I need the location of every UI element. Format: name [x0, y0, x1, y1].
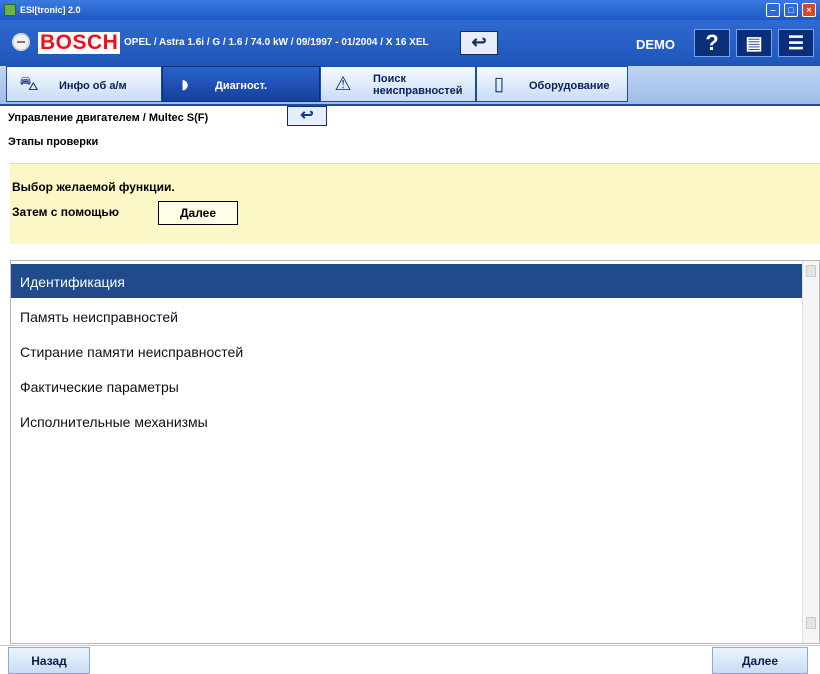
diagnostic-plug-icon: ◗ — [177, 71, 193, 98]
list-item-label: Стирание памяти неисправностей — [20, 344, 244, 360]
vehicle-info: OPEL / Astra 1.6i / G / 1.6 / 74.0 kW / … — [124, 37, 429, 48]
question-mark-icon: ? — [705, 30, 719, 55]
brand-name: BOSCH — [38, 31, 121, 54]
app-icon — [4, 4, 16, 16]
demo-label: DEMO — [636, 37, 675, 52]
instruction-line-2: Затем с помощью — [12, 205, 120, 219]
car-icon: ⛍ — [19, 74, 39, 95]
menu-list-icon: ☰ — [787, 33, 805, 53]
bosch-logo-icon — [12, 33, 30, 51]
tab-diagnostics[interactable]: ◗ Диагност. — [162, 66, 320, 102]
close-button[interactable]: × — [802, 3, 816, 17]
footer-bar: Назад Далее — [0, 645, 820, 674]
help-button[interactable]: ? — [694, 29, 730, 57]
minimize-button[interactable]: – — [766, 3, 780, 17]
scroll-up-arrow[interactable] — [806, 265, 816, 277]
instruction-next-button: Далее — [158, 201, 238, 225]
list-item[interactable]: Идентификация — [11, 264, 802, 298]
back-button[interactable]: Назад — [8, 647, 90, 674]
main-tab-bar: ⛍ Инфо об а/м ◗ Диагност. ⚠ Поиск неиспр… — [0, 66, 820, 106]
list-item-label: Фактические параметры — [20, 379, 179, 395]
list-item-label: Память неисправностей — [20, 309, 178, 325]
instruction-line-1: Выбор желаемой функции. — [12, 180, 175, 194]
scroll-down-arrow[interactable] — [806, 617, 816, 629]
menu-button[interactable]: ☰ — [778, 29, 814, 57]
printer-icon: ▤ — [745, 33, 763, 53]
list-item[interactable]: Исполнительные механизмы — [11, 404, 802, 438]
page-subheading: Этапы проверки — [8, 136, 99, 148]
app-header: BOSCH OPEL / Astra 1.6i / G / 1.6 / 74.0… — [0, 20, 820, 66]
list-item-label: Исполнительные механизмы — [20, 414, 208, 430]
book-icon: ▯ — [493, 74, 505, 95]
print-button[interactable]: ▤ — [736, 29, 772, 57]
tab-label: Оборудование — [529, 80, 610, 92]
vehicle-back-button[interactable]: ↩ — [460, 31, 498, 55]
title-bar: ESI[tronic] 2.0 – □ × — [0, 0, 820, 20]
tab-equipment[interactable]: ▯ Оборудование — [476, 66, 628, 102]
breadcrumb: Управление двигателем / Multec S(F) — [8, 112, 209, 124]
instruction-panel: Выбор желаемой функции. Затем с помощью … — [10, 163, 820, 244]
tab-troubleshooting[interactable]: ⚠ Поиск неисправностей — [320, 66, 476, 102]
list-item-label: Идентификация — [20, 274, 125, 290]
back-arrow-icon: ↩ — [471, 32, 487, 52]
list-item[interactable]: Память неисправностей — [11, 299, 802, 333]
back-arrow-icon: ↩ — [300, 107, 314, 124]
next-button[interactable]: Далее — [712, 647, 808, 674]
list-scrollbar[interactable] — [802, 261, 819, 643]
list-item[interactable]: Стирание памяти неисправностей — [11, 334, 802, 368]
tab-label: Инфо об а/м — [59, 80, 127, 92]
breadcrumb-back-button[interactable]: ↩ — [287, 106, 327, 126]
troubleshooting-icon: ⚠ — [334, 74, 352, 95]
window-title: ESI[tronic] 2.0 — [20, 5, 81, 15]
tab-label: Диагност. — [215, 80, 268, 92]
tab-label: Поиск неисправностей — [373, 73, 463, 97]
function-list: Идентификация Память неисправностей Стир… — [10, 260, 820, 644]
list-item[interactable]: Фактические параметры — [11, 369, 802, 403]
tab-vehicle-info[interactable]: ⛍ Инфо об а/м — [6, 66, 162, 102]
maximize-button[interactable]: □ — [784, 3, 798, 17]
